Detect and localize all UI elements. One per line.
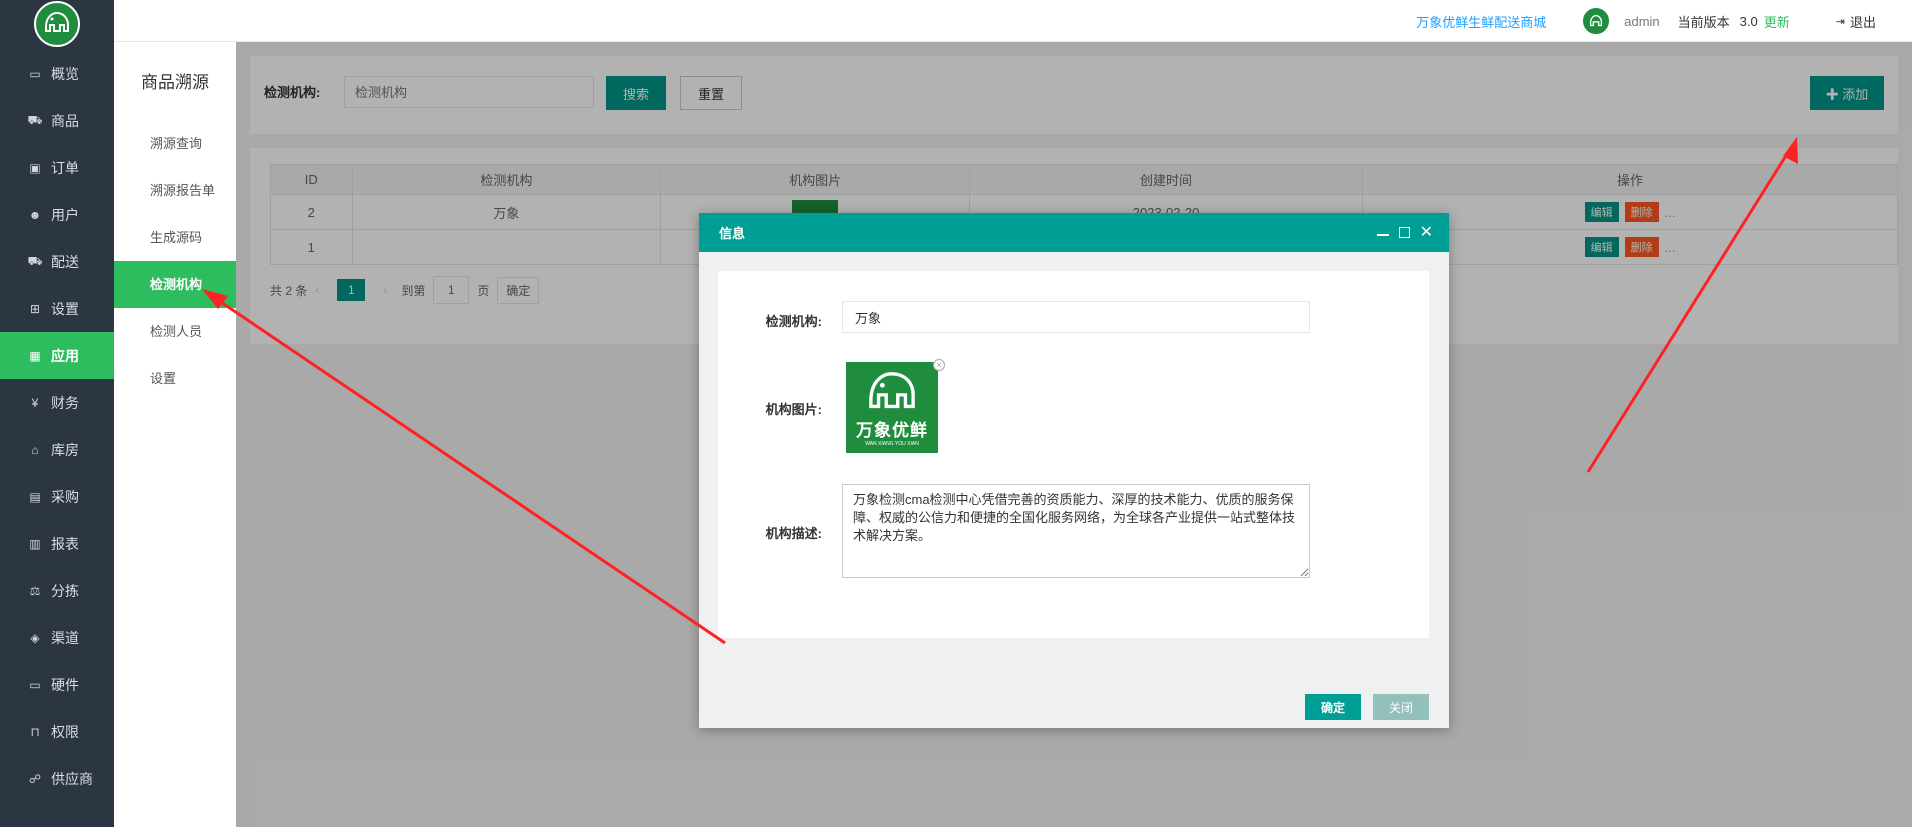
agency-name-label: 检测机构: bbox=[765, 314, 822, 329]
sidebar-item-label: 配送 bbox=[51, 253, 79, 270]
dialog-body: 检测机构: 机构图片: 万象优鲜 WAN XIANG YOU XIAN × 机构… bbox=[699, 252, 1449, 728]
agency-desc-textarea[interactable]: 万象检测cma检测中心凭借完善的资质能力、深厚的技术能力、优质的服务保障、权威的… bbox=[842, 484, 1310, 578]
submenu-list: 溯源查询 溯源报告单 生成源码 检测机构 检测人员 设置 bbox=[114, 120, 236, 402]
logout-button[interactable]: ⇥ 退出 bbox=[1836, 12, 1876, 31]
scale-icon: ⚖ bbox=[29, 583, 41, 598]
sidebar-item-5[interactable]: ⊞ 设置 bbox=[0, 285, 114, 332]
sidebar-item-14[interactable]: ⊓ 权限 bbox=[0, 708, 114, 755]
secondary-menu: 商品溯源 溯源查询 溯源报告单 生成源码 检测机构 检测人员 设置 bbox=[114, 42, 236, 827]
home-icon: ⌂ bbox=[31, 442, 39, 457]
handshake-icon: ☍ bbox=[28, 771, 42, 786]
minimize-icon[interactable] bbox=[1376, 233, 1389, 236]
users-icon: ☻ bbox=[28, 207, 42, 222]
bus-icon: ▤ bbox=[29, 489, 41, 504]
confirm-button[interactable]: 确定 bbox=[1305, 694, 1361, 720]
sidebar-item-label: 报表 bbox=[51, 535, 79, 552]
sign-out-icon: ⇥ bbox=[1835, 15, 1845, 28]
sidebar-item-9[interactable]: ▤ 采购 bbox=[0, 473, 114, 520]
sidebar-item-0[interactable]: ▭ 概览 bbox=[0, 50, 114, 97]
version-number: 3.0 bbox=[1739, 13, 1758, 29]
truck-icon: ⛟ bbox=[27, 253, 43, 268]
sitemap-icon: ⊞ bbox=[29, 301, 41, 316]
agency-image[interactable]: 万象优鲜 WAN XIANG YOU XIAN bbox=[846, 362, 938, 453]
sidebar-item-8[interactable]: ⌂ 库房 bbox=[0, 426, 114, 473]
sidebar-item-label: 库房 bbox=[51, 441, 79, 458]
agency-image-label: 机构图片: bbox=[765, 402, 822, 417]
agency-name-input[interactable] bbox=[842, 301, 1310, 333]
sidebar-item-label: 应用 bbox=[51, 347, 79, 364]
submenu-item[interactable]: 设置 bbox=[114, 355, 236, 402]
sidebar-item-label: 分拣 bbox=[51, 582, 79, 599]
dialog-header[interactable]: 信息 ✕ bbox=[699, 213, 1449, 252]
elephant-logo-icon bbox=[869, 372, 915, 409]
yen-icon: ¥ bbox=[31, 395, 39, 410]
sidebar-item-12[interactable]: ◈ 渠道 bbox=[0, 614, 114, 661]
sidebar-item-4[interactable]: ⛟ 配送 bbox=[0, 238, 114, 285]
sidebar-item-3[interactable]: ☻ 用户 bbox=[0, 191, 114, 238]
sidebar-item-10[interactable]: ▥ 报表 bbox=[0, 520, 114, 567]
sidebar-item-15[interactable]: ☍ 供应商 bbox=[0, 755, 114, 802]
elephant-logo-icon bbox=[34, 1, 80, 47]
brand-logo[interactable] bbox=[0, 0, 114, 48]
sidebar-item-7[interactable]: ¥ 财务 bbox=[0, 379, 114, 426]
dialog-title: 信息 bbox=[719, 226, 746, 241]
agency-desc-label: 机构描述: bbox=[765, 526, 822, 541]
sidebar-item-label: 订单 bbox=[51, 159, 79, 176]
sidebar-item-label: 财务 bbox=[51, 394, 79, 411]
sidebar-item-label: 概览 bbox=[51, 65, 79, 82]
money-icon: ▣ bbox=[29, 160, 41, 175]
sidebar-item-13[interactable]: ▭ 硬件 bbox=[0, 661, 114, 708]
cart-icon: ⛟ bbox=[27, 112, 43, 127]
sidebar-item-6[interactable]: ▦ 应用 bbox=[0, 332, 114, 379]
sidebar-item-label: 权限 bbox=[51, 723, 79, 740]
info-dialog: 信息 ✕ 检测机构: 机构图片: 万象优鲜 WAN XIANG YOU XIAN… bbox=[699, 213, 1449, 728]
sidebar-item-2[interactable]: ▣ 订单 bbox=[0, 144, 114, 191]
sidebar-item-label: 硬件 bbox=[51, 676, 79, 693]
sidebar-item-label: 用户 bbox=[51, 206, 79, 223]
image-subcaption: WAN XIANG YOU XIAN bbox=[865, 441, 919, 447]
sidebar-item-label: 商品 bbox=[51, 112, 79, 129]
sidebar-item-label: 采购 bbox=[51, 488, 79, 505]
apps-icon: ▦ bbox=[29, 348, 41, 363]
version-label: 当前版本 bbox=[1677, 14, 1730, 30]
bank-icon: ⊓ bbox=[30, 724, 40, 739]
image-caption: 万象优鲜 bbox=[856, 421, 928, 440]
submenu-item[interactable]: 溯源查询 bbox=[114, 120, 236, 167]
main-sidebar: ▭ 概览 ⛟ 商品 ▣ 订单 ☻ 用户 ⛟ 配送 ⊞ 设置 ▦ 应用 ¥ 财务 ⌂ 库房 ▤ 采购 ▥ 报表 ⚖ 分拣 ◈ 渠道 ▭… bbox=[0, 0, 114, 827]
shop-link[interactable]: 万象优鲜生鲜配送商城 bbox=[1416, 12, 1546, 31]
sidebar-item-11[interactable]: ⚖ 分拣 bbox=[0, 567, 114, 614]
submenu-title: 商品溯源 bbox=[141, 73, 209, 92]
maximize-icon[interactable] bbox=[1398, 227, 1410, 238]
sidebar-item-label: 供应商 bbox=[51, 770, 93, 787]
user-name[interactable]: admin bbox=[1624, 14, 1659, 29]
monitor-icon: ▭ bbox=[29, 66, 41, 81]
agency-form: 检测机构: 机构图片: 万象优鲜 WAN XIANG YOU XIAN × 机构… bbox=[718, 271, 1429, 638]
remove-image-icon[interactable]: × bbox=[933, 359, 945, 371]
sidebar-nav: ▭ 概览 ⛟ 商品 ▣ 订单 ☻ 用户 ⛟ 配送 ⊞ 设置 ▦ 应用 ¥ 财务 ⌂ 库房 ▤ 采购 ▥ 报表 ⚖ 分拣 ◈ 渠道 ▭… bbox=[0, 50, 114, 802]
close-icon[interactable]: ✕ bbox=[1420, 224, 1433, 241]
submenu-item[interactable]: 检测人员 bbox=[114, 308, 236, 355]
desktop-icon: ▭ bbox=[29, 677, 41, 692]
bar-chart-icon: ▥ bbox=[29, 536, 41, 551]
sidebar-item-label: 渠道 bbox=[51, 629, 79, 646]
submenu-item[interactable]: 溯源报告单 bbox=[114, 167, 236, 214]
submenu-item[interactable]: 生成源码 bbox=[114, 214, 236, 261]
update-link[interactable]: 更新 bbox=[1764, 12, 1790, 31]
submenu-item[interactable]: 检测机构 bbox=[114, 261, 236, 308]
close-button[interactable]: 关闭 bbox=[1373, 694, 1429, 720]
sidebar-item-1[interactable]: ⛟ 商品 bbox=[0, 97, 114, 144]
sidebar-item-label: 设置 bbox=[51, 300, 79, 317]
top-header: 万象优鲜生鲜配送商城 admin 当前版本 3.0 更新 ⇥ 退出 bbox=[114, 0, 1912, 42]
user-avatar[interactable] bbox=[1582, 7, 1611, 35]
cube-icon: ◈ bbox=[30, 630, 40, 645]
logout-label: 退出 bbox=[1849, 14, 1876, 30]
dialog-footer: 确定 关闭 bbox=[1305, 694, 1429, 720]
